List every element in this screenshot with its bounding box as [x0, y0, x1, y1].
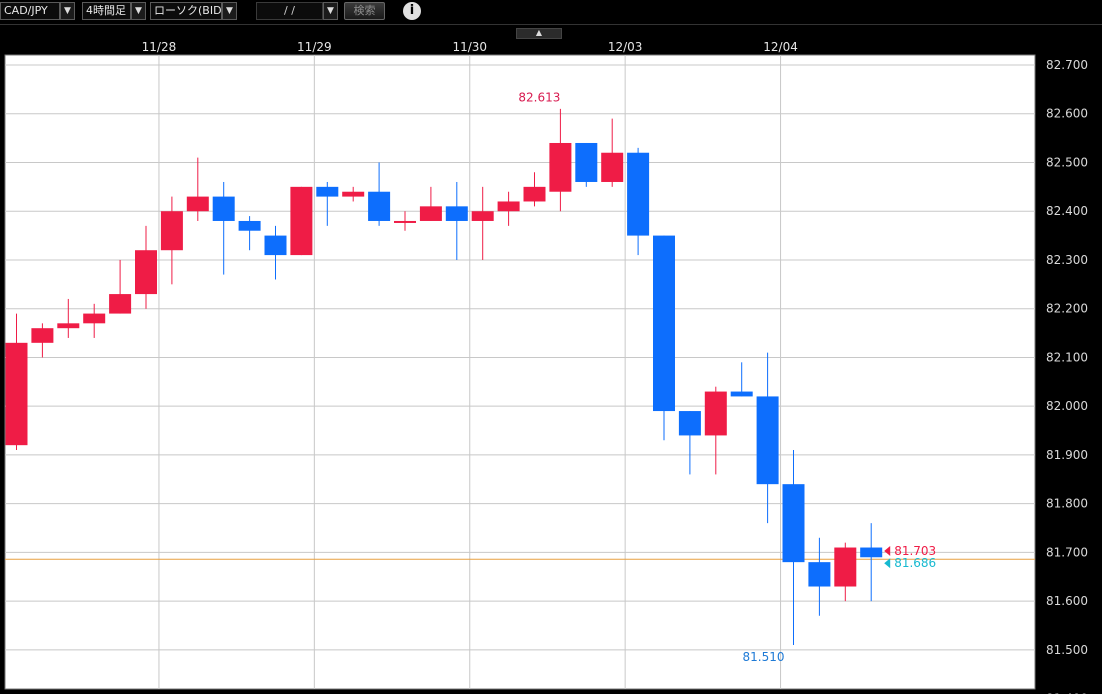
candle-body [109, 294, 132, 314]
candle-body [782, 484, 805, 563]
candle-body [756, 396, 779, 485]
candle-body [704, 391, 727, 436]
y-tick-label: 82.200 [1046, 302, 1088, 316]
candle-body [5, 342, 28, 446]
y-tick-label: 81.500 [1046, 643, 1088, 657]
candle-body [342, 191, 365, 197]
candle-body [549, 142, 572, 192]
candle-body [57, 323, 80, 329]
candle-body [368, 191, 391, 221]
x-tick-label: 11/30 [452, 40, 487, 54]
y-axis-labels: 82.700 82.600 82.500 82.400 82.300 82.200 82.1… [1046, 58, 1088, 694]
candle-body [316, 186, 339, 197]
candle-body [394, 220, 416, 223]
candle-body [212, 196, 235, 221]
candle-body [653, 235, 675, 412]
candle-body [264, 235, 287, 256]
x-tick-label: 11/29 [297, 40, 332, 54]
candle-body [238, 220, 261, 231]
candlestick-chart: 11/28 11/29 11/30 12/03 12/04 82.70082.60082… [4, 40, 1088, 694]
plot-area [4, 54, 1036, 690]
candle-body [730, 391, 753, 397]
candle-body [135, 250, 157, 295]
candle-body [601, 152, 624, 182]
candle [290, 186, 313, 256]
bid-price-label: 81.686 [894, 556, 936, 570]
x-axis-labels: 11/28 11/29 11/30 12/03 12/04 [142, 40, 798, 54]
low-annotation: 81.510 [743, 650, 785, 664]
candle-body [523, 186, 546, 202]
x-tick-label: 12/04 [763, 40, 798, 54]
candle-body [575, 142, 598, 182]
candle-body [31, 328, 54, 343]
high-annotation: 82.613 [518, 90, 560, 104]
candle-body [808, 562, 831, 587]
y-tick-label: 82.700 [1046, 58, 1088, 72]
candle-body [834, 547, 857, 587]
y-tick-label: 81.600 [1046, 594, 1088, 608]
candle-body [290, 186, 313, 256]
y-tick-label: 81.800 [1046, 497, 1088, 511]
y-tick-label: 81.900 [1046, 448, 1088, 462]
y-tick-label: 82.500 [1046, 155, 1088, 169]
x-tick-label: 11/28 [142, 40, 177, 54]
candle-body [186, 196, 209, 212]
candle [653, 235, 675, 441]
candle-body [860, 547, 883, 558]
candle-body [445, 206, 468, 221]
y-tick-label: 82.000 [1046, 399, 1088, 413]
y-tick-label: 82.400 [1046, 204, 1088, 218]
y-tick-label: 82.100 [1046, 350, 1088, 364]
candle-body [83, 313, 106, 324]
y-tick-label: 82.600 [1046, 107, 1088, 121]
candle-body [678, 411, 701, 436]
candle [575, 142, 598, 187]
candle-body [627, 152, 650, 236]
candle-body [471, 211, 494, 221]
candle-body [497, 201, 520, 212]
x-tick-label: 12/03 [608, 40, 643, 54]
candle-body [419, 206, 442, 221]
y-tick-label: 82.300 [1046, 253, 1088, 267]
y-tick-label: 81.700 [1046, 545, 1088, 559]
candle-body [160, 211, 183, 251]
